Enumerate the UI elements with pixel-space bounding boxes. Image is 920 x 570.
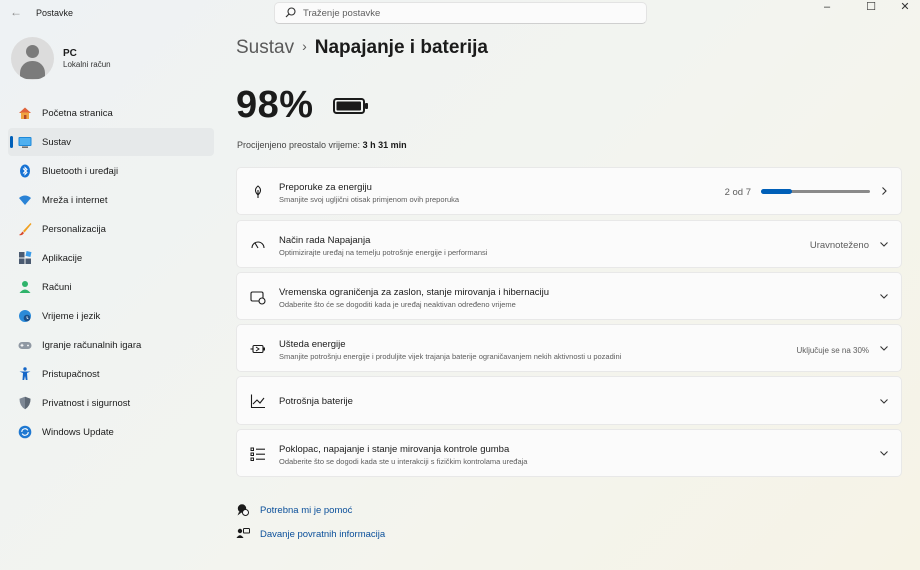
home-icon (19, 107, 31, 119)
windows-update-icon (18, 425, 32, 439)
recommendations-progress-fill (761, 189, 792, 194)
sidebar-item-system[interactable]: Sustav (8, 128, 214, 156)
system-monitor-icon (18, 137, 32, 148)
estimate-value: 3 h 31 min (362, 140, 407, 150)
card-lid-power-buttons[interactable]: Poklopac, napajanje i stanje mirovanja k… (236, 429, 902, 477)
sidebar-item-personalization[interactable]: Personalizacija (8, 215, 214, 243)
battery-saver-icon (250, 344, 265, 354)
card-energy-saver[interactable]: Ušteda energije Smanjite potrošnju energ… (236, 324, 902, 372)
help-chat-icon (237, 504, 249, 516)
account-type: Lokalni račun (63, 60, 111, 69)
sidebar-item-home[interactable]: Početna stranica (8, 99, 214, 127)
lid-controls-icon (250, 447, 265, 461)
sidebar-item-bluetooth[interactable]: Bluetooth i uređaji (8, 157, 214, 185)
page-title: Napajanje i baterija (314, 37, 488, 58)
maximize-button[interactable]: ☐ (854, 0, 888, 26)
card-screen-sleep-hibernate[interactable]: Vremenska ograničenja za zaslon, stanje … (236, 272, 902, 320)
user-name: PC (63, 48, 77, 59)
power-mode-gauge-icon (251, 241, 265, 249)
search-box[interactable] (274, 2, 647, 24)
minimize-button[interactable]: – (810, 0, 844, 26)
breadcrumb-separator: › (302, 38, 307, 54)
sidebar-item-apps[interactable]: Aplikacije (8, 244, 214, 272)
estimate-label: Procijenjeno preostalo vrijeme: (237, 140, 361, 150)
screen-sleep-icon (250, 291, 266, 305)
account-icon (19, 281, 31, 293)
search-input[interactable] (303, 6, 633, 21)
battery-percentage: 98% (236, 84, 314, 126)
chevron-down-icon (880, 242, 888, 247)
bluetooth-icon (20, 164, 30, 178)
breadcrumb-parent[interactable]: Sustav (236, 37, 294, 58)
estimated-time-remaining: Procijenjeno preostalo vrijeme: 3 h 31 m… (237, 140, 407, 150)
leaf-icon (254, 185, 262, 198)
recommendations-count: 2 od 7 (724, 187, 751, 198)
sidebar-item-accessibility[interactable]: Pristupačnost (8, 360, 214, 388)
sidebar-nav: Početna stranica Sustav Bluetooth i uređ… (8, 99, 214, 447)
accessibility-icon (19, 367, 31, 380)
battery-icon (333, 98, 368, 114)
avatar[interactable] (11, 37, 54, 80)
recommendations-progress-bar (761, 189, 870, 194)
active-indicator (10, 136, 13, 148)
chevron-right-icon (882, 187, 887, 195)
wifi-icon (19, 195, 31, 205)
card-power-mode[interactable]: Način rada Napajanja Optimizirajte uređa… (236, 220, 902, 268)
chevron-down-icon (880, 399, 888, 404)
sidebar-item-time-language[interactable]: Vrijeme i jezik (8, 302, 214, 330)
power-mode-value[interactable]: Uravnoteženo (810, 240, 869, 251)
sidebar-item-privacy[interactable]: Privatnost i sigurnost (8, 389, 214, 417)
apps-icon (19, 251, 32, 264)
chevron-down-icon (880, 346, 888, 351)
search-icon (285, 7, 296, 18)
close-button[interactable]: ✕ (888, 0, 920, 26)
app-title: Postavke (36, 8, 74, 18)
sidebar-item-accounts[interactable]: Računi (8, 273, 214, 301)
breadcrumb: Sustav › Napajanje i baterija (236, 37, 488, 59)
sidebar-item-network[interactable]: Mreža i internet (8, 186, 214, 214)
sidebar-item-gaming[interactable]: Igranje računalnih igara (8, 331, 214, 359)
feedback-icon (236, 528, 250, 538)
globe-clock-icon (19, 310, 31, 322)
gamepad-icon (18, 342, 32, 349)
chevron-down-icon (880, 451, 888, 456)
shield-icon (19, 396, 31, 410)
card-battery-usage[interactable]: Potrošnja baterije (236, 376, 902, 425)
usage-chart-icon (250, 394, 265, 409)
chevron-down-icon (880, 294, 888, 299)
back-arrow-icon[interactable]: ← (10, 5, 22, 19)
card-energy-recommendations[interactable]: Preporuke za energiju Smanjite svoj uglj… (236, 167, 902, 215)
energy-saver-value: Uključuje se na 30% (796, 346, 869, 355)
sidebar-item-windows-update[interactable]: Windows Update (8, 418, 214, 446)
brush-icon (19, 223, 32, 236)
